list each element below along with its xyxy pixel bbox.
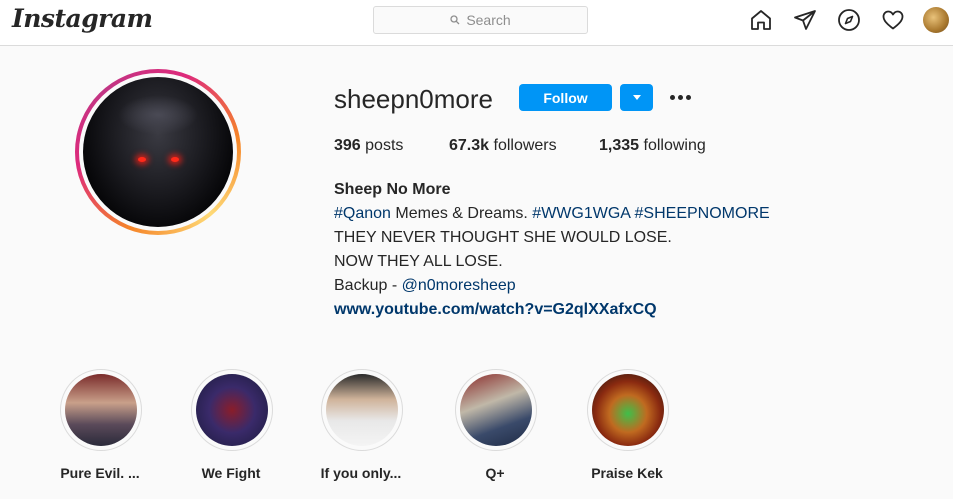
following-count: 1,335 <box>599 137 640 154</box>
more-dot-icon <box>685 94 691 100</box>
followers-label: followers <box>489 137 557 154</box>
bio-line-3: NOW THEY ALL LOSE. <box>334 253 503 270</box>
search-icon <box>450 15 460 25</box>
highlight-thumbnail <box>65 374 137 446</box>
website-link[interactable]: www.youtube.com/watch?v=G2qlXXafxCQ <box>334 298 770 322</box>
bio-text: Memes & Dreams. <box>390 205 533 222</box>
highlight-label: Pure Evil. ... <box>60 465 140 481</box>
search-placeholder: Search <box>466 12 511 28</box>
instagram-logo[interactable]: Instagram <box>12 4 153 33</box>
highlight-ring <box>455 369 537 451</box>
bio-line-1: #Qanon Memes & Dreams. #WWG1WGA #SHEEPNO… <box>334 202 770 226</box>
highlight-thumbnail <box>460 374 532 446</box>
explore-icon[interactable] <box>837 8 861 32</box>
followers-count: 67.3k <box>449 137 490 154</box>
hashtag-link[interactable]: #WWG1WGA <box>532 205 630 222</box>
highlight-thumbnail <box>326 374 398 446</box>
activity-heart-icon[interactable] <box>881 8 905 32</box>
profile-picture[interactable] <box>75 69 241 235</box>
avatar-eye-left <box>138 157 146 162</box>
hashtag-link[interactable]: #Qanon <box>334 205 391 222</box>
profile-bio: Sheep No More #Qanon Memes & Dreams. #WW… <box>334 178 770 322</box>
highlight-ring <box>191 369 273 451</box>
follow-button[interactable]: Follow <box>519 84 612 111</box>
bio-text: Backup - <box>334 277 402 294</box>
mention-link[interactable]: @n0moresheep <box>402 277 516 294</box>
highlight-label: Q+ <box>485 465 505 481</box>
more-dot-icon <box>669 94 675 100</box>
highlight-label: Praise Kek <box>591 465 663 481</box>
bio-line-2: THEY NEVER THOUGHT SHE WOULD LOSE. <box>334 229 672 246</box>
highlight-label: If you only... <box>320 465 402 481</box>
highlight-ring <box>60 369 142 451</box>
profile-username: sheepn0more <box>334 84 493 114</box>
home-icon[interactable] <box>749 8 773 32</box>
avatar-eye-right <box>171 157 179 162</box>
bio-line-4: Backup - @n0moresheep <box>334 274 770 298</box>
more-options-button[interactable] <box>666 86 694 108</box>
top-navbar: Instagram Search <box>0 0 953 46</box>
following-label: following <box>639 137 706 154</box>
highlight-thumbnail <box>592 374 664 446</box>
highlight-ring <box>587 369 669 451</box>
posts-count: 396 <box>334 137 361 154</box>
search-input[interactable]: Search <box>373 6 588 34</box>
direct-icon[interactable] <box>793 8 817 32</box>
posts-label: posts <box>360 137 404 154</box>
suggestions-dropdown-button[interactable] <box>620 84 653 111</box>
more-dot-icon <box>677 94 683 100</box>
following-stat[interactable]: 1,335 following <box>599 137 706 155</box>
highlight-ring <box>321 369 403 451</box>
highlight-label: We Fight <box>201 465 261 481</box>
profile-avatar[interactable] <box>923 7 949 33</box>
avatar-image <box>83 77 233 227</box>
hashtag-link[interactable]: #SHEEPNOMORE <box>635 205 770 222</box>
highlight-thumbnail <box>196 374 268 446</box>
followers-stat[interactable]: 67.3k followers <box>449 137 557 155</box>
avatar-hair <box>118 95 198 135</box>
profile-full-name: Sheep No More <box>334 181 451 198</box>
posts-stat: 396 posts <box>334 137 403 155</box>
chevron-down-icon <box>632 95 641 100</box>
